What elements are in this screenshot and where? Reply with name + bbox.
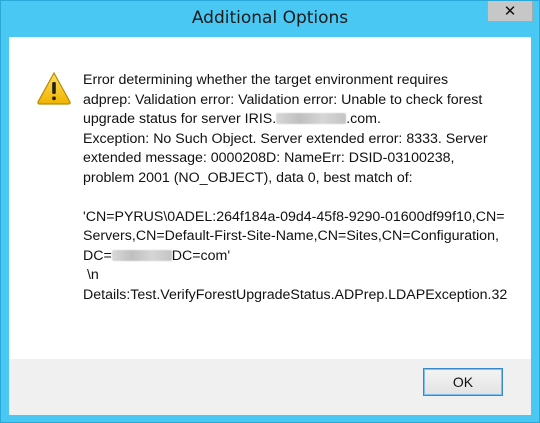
message-line: 'CN=PYRUS\0ADEL:264f184a-09d4-45f8-9290-… [83,208,505,225]
message-line: adprep: Validation error: Validation err… [83,91,483,108]
message-line: .com. [346,111,381,127]
redacted-domain [276,113,347,124]
button-bar: OK [9,359,531,415]
ok-button[interactable]: OK [423,368,503,396]
close-icon: ✕ [503,2,517,20]
dialog-content: Error determining whether the target env… [9,37,531,359]
message-line: DC= [83,247,112,264]
message-line: Servers,CN=Default-First-Site-Name,CN=Si… [83,228,499,244]
message-line: Details:Test.VerifyForestUpgradeStatus.A… [83,286,508,303]
message-line: DC=com' [171,247,231,264]
dialog-title: Additional Options [191,8,349,28]
message-line: Exception: No Such Object. Server extend… [83,130,488,147]
error-message: Error determining whether the target env… [83,71,523,305]
message-line: upgrade status for server IRIS. [83,111,277,127]
redacted-domain [111,249,172,261]
warning-icon [37,71,71,105]
close-button[interactable]: ✕ [487,1,533,22]
message-line: \n [83,267,99,283]
message-line: extended message: 0000208D: NameErr: DSI… [83,150,455,166]
message-line: Error determining whether the target env… [83,72,449,88]
title-bar[interactable]: Additional Options ✕ [1,1,539,37]
dialog-window: Additional Options ✕ Error determining w… [0,0,540,423]
message-line: problem 2001 (NO_OBJECT), data 0, best m… [83,169,413,186]
